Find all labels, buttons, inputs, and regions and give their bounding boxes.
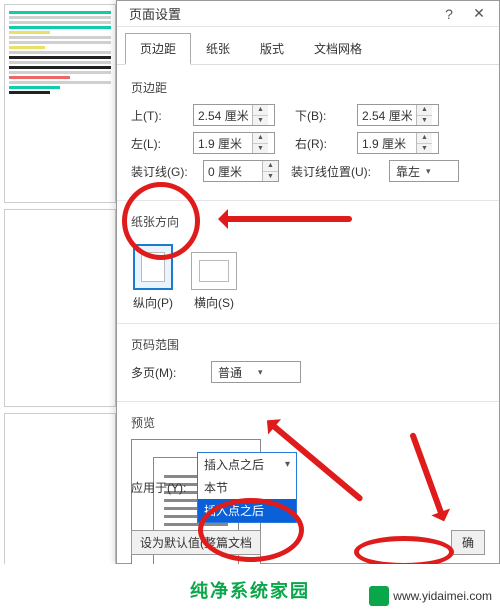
spin-up-icon[interactable]: ▲ (263, 161, 278, 172)
apply-to-select[interactable]: 插入点之后 本节 插入点之后 (197, 452, 297, 523)
spin-up-icon[interactable]: ▲ (253, 133, 268, 144)
gutter-pos-label: 装订线位置(U): (291, 163, 383, 180)
watermark-url: www.yidaimei.com (393, 589, 492, 603)
multipage-select[interactable]: 普通 ▾ (211, 361, 301, 383)
watermark-site: www.yidaimei.com (369, 586, 492, 606)
dialog-title: 页面设置 (123, 4, 435, 23)
apply-to-label: 应用于(Y): (131, 479, 191, 496)
bottom-margin-input[interactable]: ▲▼ (357, 104, 439, 126)
tab-bar: 页边距 纸张 版式 文档网格 (117, 27, 499, 65)
right-margin-field[interactable] (358, 133, 416, 153)
gutter-field[interactable] (204, 161, 262, 181)
top-margin-label: 上(T): (131, 107, 187, 124)
watermark-logo-icon (369, 586, 389, 606)
page-setup-dialog: 页面设置 ? ✕ 页边距 纸张 版式 文档网格 页边距 上(T): ▲▼ 下(B… (116, 0, 500, 564)
background-thumbnails (0, 0, 120, 616)
spin-up-icon[interactable]: ▲ (417, 133, 432, 144)
pages-section: 页码范围 多页(M): 普通 ▾ (117, 328, 499, 397)
dialog-titlebar: 页面设置 ? ✕ (117, 1, 499, 27)
pages-heading: 页码范围 (131, 336, 485, 353)
apply-option-highlighted[interactable]: 插入点之后 (198, 499, 296, 522)
orientation-landscape[interactable]: 横向(S) (191, 252, 237, 311)
spin-down-icon[interactable]: ▼ (417, 116, 432, 126)
apply-option[interactable]: 本节 (198, 476, 296, 499)
multipage-label: 多页(M): (131, 364, 191, 381)
top-margin-input[interactable]: ▲▼ (193, 104, 275, 126)
top-margin-field[interactable] (194, 105, 252, 125)
spin-down-icon[interactable]: ▼ (417, 144, 432, 154)
close-button[interactable]: ✕ (465, 4, 493, 24)
ok-button[interactable]: 确 (451, 530, 485, 555)
left-margin-field[interactable] (194, 133, 252, 153)
spin-up-icon[interactable]: ▲ (253, 105, 268, 116)
tab-grid[interactable]: 文档网格 (299, 33, 377, 64)
spin-down-icon[interactable]: ▼ (253, 116, 268, 126)
orientation-section: 纸张方向 纵向(P) 横向(S) (117, 205, 499, 319)
doc-thumbnail (4, 4, 116, 203)
preview-heading: 预览 (131, 414, 485, 431)
tab-margins[interactable]: 页边距 (125, 33, 191, 65)
bottom-margin-field[interactable] (358, 105, 416, 125)
apply-to-row: 应用于(Y): 插入点之后 本节 插入点之后 (117, 446, 499, 529)
watermark-footer: 纯净系统家园 www.yidaimei.com (0, 564, 500, 616)
multipage-value: 普通 (218, 364, 255, 381)
landscape-icon (191, 252, 237, 290)
spin-up-icon[interactable]: ▲ (417, 105, 432, 116)
margins-section: 页边距 上(T): ▲▼ 下(B): ▲▼ 左(L): ▲▼ 右(R): ▲▼ (117, 65, 499, 196)
right-margin-label: 右(R): (295, 135, 351, 152)
left-margin-input[interactable]: ▲▼ (193, 132, 275, 154)
portrait-label: 纵向(P) (133, 294, 173, 311)
margins-heading: 页边距 (131, 79, 485, 96)
chevron-down-icon: ▾ (423, 166, 456, 177)
orientation-heading: 纸张方向 (131, 213, 485, 230)
doc-thumbnail (4, 209, 116, 408)
bottom-margin-label: 下(B): (295, 107, 351, 124)
left-margin-label: 左(L): (131, 135, 187, 152)
spin-down-icon[interactable]: ▼ (253, 144, 268, 154)
gutter-pos-value: 靠左 (396, 163, 423, 180)
apply-to-selected[interactable]: 插入点之后 (198, 453, 296, 476)
help-button[interactable]: ? (435, 4, 463, 24)
gutter-input[interactable]: ▲▼ (203, 160, 279, 182)
gutter-pos-select[interactable]: 靠左 ▾ (389, 160, 459, 182)
gutter-label: 装订线(G): (131, 163, 197, 180)
tab-paper[interactable]: 纸张 (191, 33, 245, 64)
tab-layout[interactable]: 版式 (245, 33, 299, 64)
watermark-brand: 纯净系统家园 (190, 577, 310, 603)
orientation-portrait[interactable]: 纵向(P) (133, 244, 173, 311)
right-margin-input[interactable]: ▲▼ (357, 132, 439, 154)
dialog-button-row: 设为默认值(整篇文档 确 (117, 526, 499, 559)
landscape-label: 横向(S) (194, 294, 234, 311)
chevron-down-icon: ▾ (255, 367, 298, 378)
spin-down-icon[interactable]: ▼ (263, 172, 278, 182)
portrait-icon (133, 244, 173, 290)
set-default-button[interactable]: 设为默认值(整篇文档 (131, 530, 261, 555)
